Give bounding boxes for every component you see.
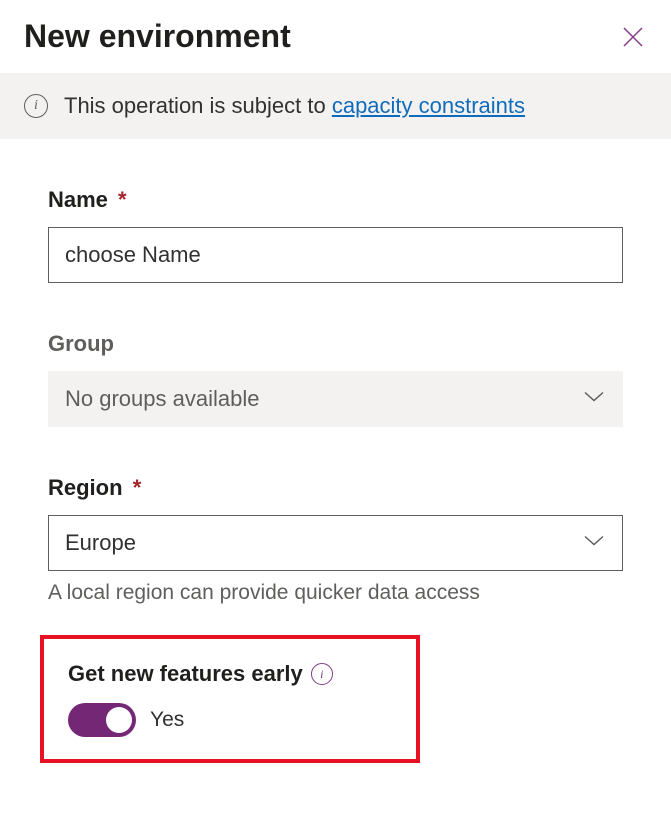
form-content: Name * Group No groups available Region … [0, 139, 671, 787]
info-banner: i This operation is subject to capacity … [0, 73, 671, 139]
required-asterisk: * [133, 475, 142, 500]
early-features-label: Get new features early [68, 661, 303, 687]
group-select-wrap: No groups available [48, 371, 623, 427]
toggle-knob [106, 707, 132, 733]
banner-text: This operation is subject to capacity co… [64, 93, 525, 119]
info-icon[interactable]: i [311, 663, 333, 685]
early-features-value: Yes [150, 708, 184, 732]
info-icon: i [24, 94, 48, 118]
close-button[interactable] [619, 23, 647, 51]
name-label-text: Name [48, 187, 108, 212]
region-select[interactable]: Europe [48, 515, 623, 571]
panel-title: New environment [24, 18, 291, 55]
group-field: Group No groups available [48, 331, 623, 427]
region-field: Region * Europe A local region can provi… [48, 475, 623, 605]
name-label: Name * [48, 187, 623, 213]
early-features-toggle-row: Yes [68, 703, 392, 737]
region-select-wrap: Europe [48, 515, 623, 571]
panel-header: New environment [0, 0, 671, 73]
early-features-highlight: Get new features early i Yes [40, 635, 420, 763]
required-asterisk: * [118, 187, 127, 212]
name-input[interactable] [48, 227, 623, 283]
early-features-toggle[interactable] [68, 703, 136, 737]
name-field: Name * [48, 187, 623, 283]
banner-text-content: This operation is subject to [64, 93, 326, 118]
capacity-constraints-link[interactable]: capacity constraints [332, 93, 525, 118]
group-label: Group [48, 331, 623, 357]
early-features-label-row: Get new features early i [68, 661, 392, 687]
region-label: Region * [48, 475, 623, 501]
close-icon [621, 25, 645, 49]
region-helper-text: A local region can provide quicker data … [48, 581, 623, 605]
region-label-text: Region [48, 475, 123, 500]
group-select: No groups available [48, 371, 623, 427]
